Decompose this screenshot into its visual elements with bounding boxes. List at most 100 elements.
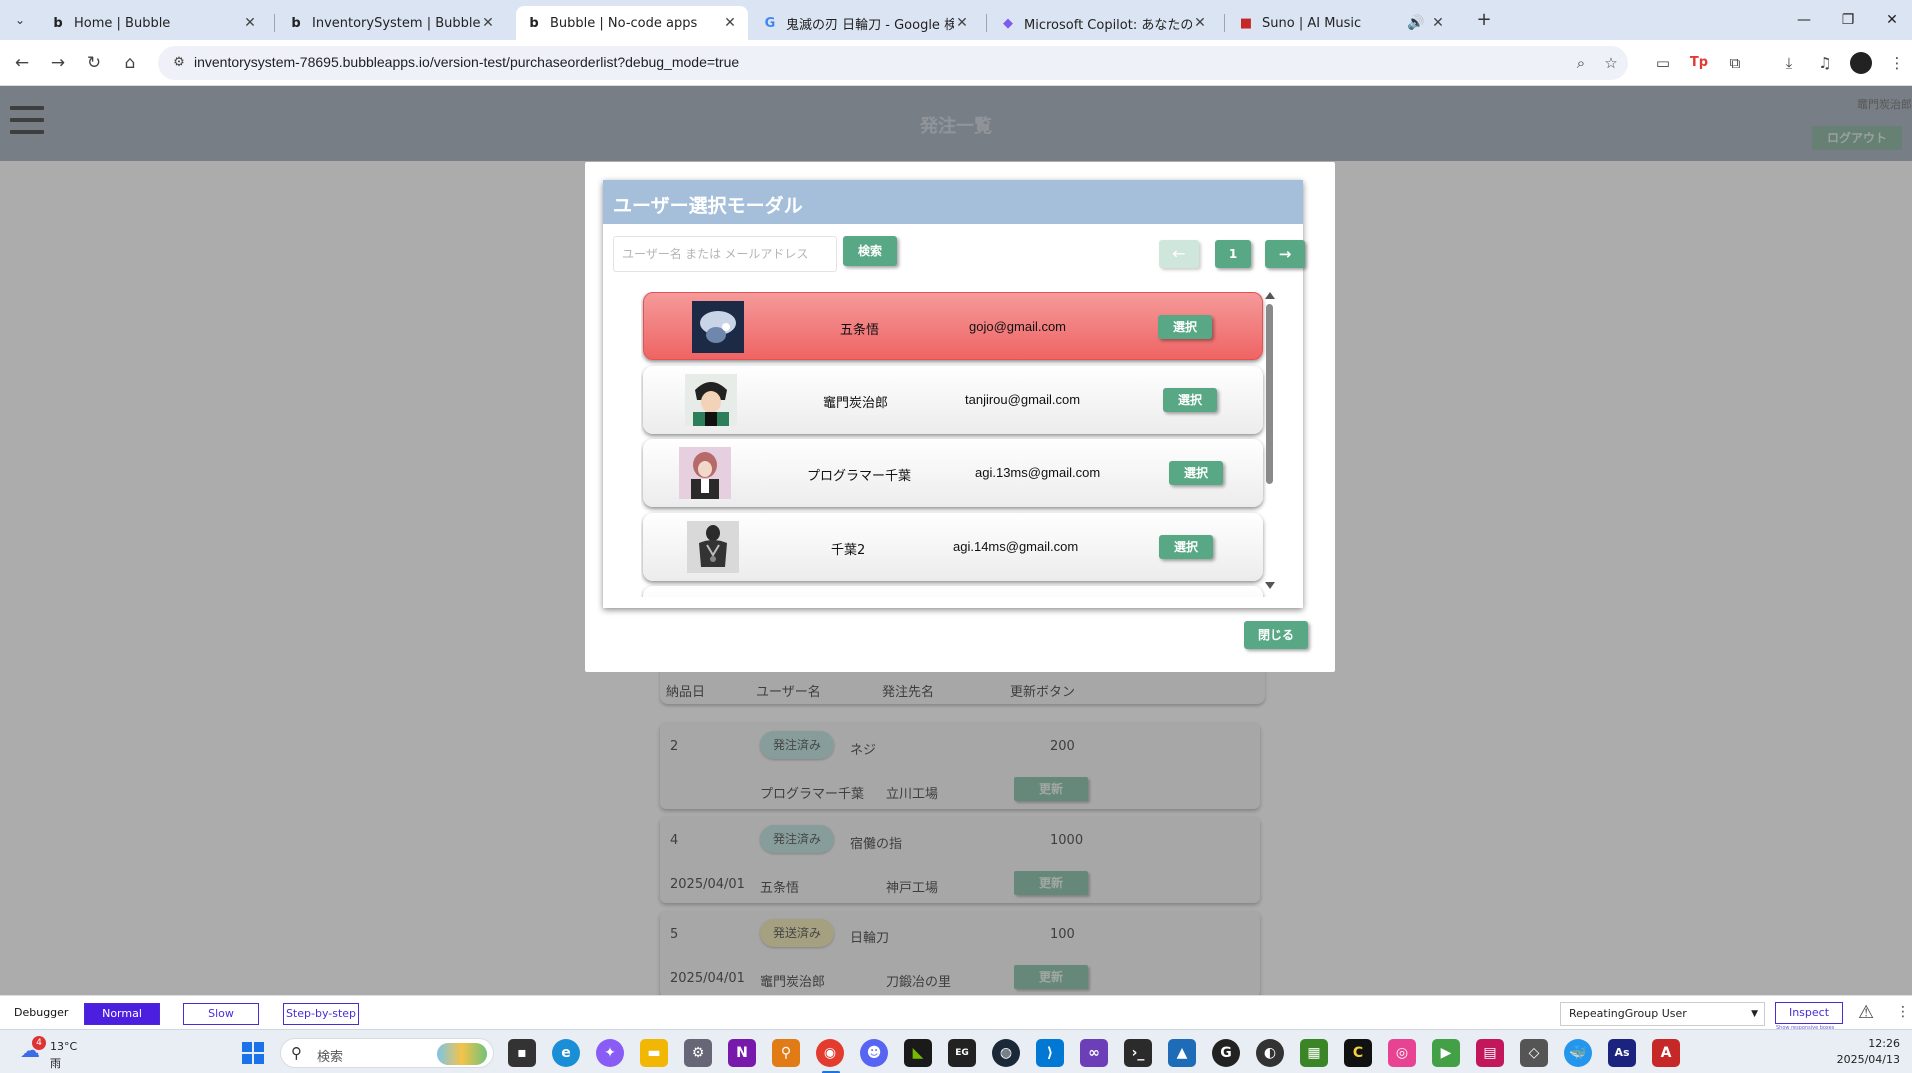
task-view-icon[interactable]: ▪ [508, 1039, 536, 1067]
debug-mode-step[interactable]: Step-by-step [283, 1003, 359, 1025]
file-explorer-icon[interactable]: ▬ [640, 1039, 668, 1067]
close-tab-icon[interactable]: ✕ [1192, 15, 1208, 31]
user-row[interactable]: 千葉2 agi.14ms@gmail.com 選択 [643, 513, 1263, 581]
close-modal-button[interactable]: 閉じる [1244, 621, 1308, 649]
search-app-icon[interactable]: ⚲ [772, 1039, 800, 1067]
zoom-icon[interactable]: ⌕ [1572, 54, 1590, 72]
inspect-button[interactable]: Inspect [1775, 1002, 1843, 1024]
user-row-partial[interactable] [643, 586, 1263, 597]
steam-icon[interactable]: ◍ [992, 1039, 1020, 1067]
search-button[interactable]: 検索 [843, 236, 897, 266]
tab-separator [274, 14, 275, 32]
close-tab-icon[interactable]: ✕ [954, 15, 970, 31]
home-icon[interactable]: ⌂ [118, 51, 142, 75]
debugger-menu-icon[interactable]: ⋮ [1896, 1004, 1910, 1020]
minimize-window-icon[interactable]: — [1782, 0, 1826, 40]
warning-icon[interactable]: ⚠ [1858, 1002, 1874, 1023]
bubble-favicon-icon: b [291, 15, 301, 31]
suno-favicon-icon: ■ [1239, 15, 1253, 31]
pink-app-icon[interactable]: ◎ [1388, 1039, 1416, 1067]
user-search-input[interactable] [613, 236, 837, 272]
restore-window-icon[interactable]: ❐ [1826, 0, 1870, 40]
address-bar[interactable]: ⚙ inventorysystem-78695.bubbleapps.io/ve… [158, 46, 1628, 80]
scroll-up-icon[interactable] [1265, 292, 1275, 299]
close-tab-icon[interactable]: ✕ [480, 15, 496, 31]
url-text[interactable]: inventorysystem-78695.bubbleapps.io/vers… [194, 54, 739, 70]
select-user-button[interactable]: 選択 [1169, 461, 1223, 485]
user-row[interactable]: プログラマー千葉 agi.13ms@gmail.com 選択 [643, 439, 1263, 507]
user-list-scrollbar[interactable] [1263, 292, 1277, 592]
settings-gear-icon[interactable]: ⚙ [684, 1039, 712, 1067]
close-window-icon[interactable]: ✕ [1870, 0, 1912, 40]
next-page-button[interactable]: → [1265, 240, 1305, 268]
scroll-down-icon[interactable] [1265, 582, 1275, 589]
media-app-icon[interactable]: ▶ [1432, 1039, 1460, 1067]
copilot-icon[interactable]: ✦ [596, 1039, 624, 1067]
modal-header: ユーザー選択モーダル [603, 180, 1303, 224]
user-select-panel: ユーザー選択モーダル 検索 ← 1 → 五条悟 gojo@gmail.com 選… [603, 180, 1305, 608]
epic-games-icon[interactable]: EG [948, 1039, 976, 1067]
user-row[interactable]: 竈門炭治郎 tanjirou@gmail.com 選択 [643, 366, 1263, 434]
vscode-icon[interactable]: ⟩ [1036, 1039, 1064, 1067]
google-favicon-icon: G [764, 15, 776, 31]
obs-icon[interactable]: ◐ [1256, 1039, 1284, 1067]
prev-page-button[interactable]: ← [1159, 240, 1199, 268]
media-control-icon[interactable]: ♫ [1814, 52, 1836, 74]
edge-icon[interactable]: e [552, 1039, 580, 1067]
angular-icon[interactable]: A [1652, 1039, 1680, 1067]
forward-arrow-icon[interactable]: → [46, 51, 70, 75]
tp-extension-icon[interactable]: Tp [1688, 52, 1710, 74]
github-icon[interactable]: G [1212, 1039, 1240, 1067]
user-avatar [692, 301, 744, 353]
tab-bubble-nocode-active[interactable]: b Bubble | No-code apps ✕ [516, 6, 748, 40]
anime-app-icon[interactable]: As [1608, 1039, 1636, 1067]
tab-google-search[interactable]: G 鬼滅の刃 日輪刀 - Google 検索 ✕ [752, 6, 980, 40]
audio-playing-icon[interactable]: 🔊 [1402, 15, 1430, 31]
tab-suno[interactable]: ■ Suno | AI Music 🔊 ✕ [1228, 6, 1456, 40]
user-email: agi.14ms@gmail.com [953, 539, 1079, 554]
select-user-button[interactable]: 選択 [1158, 315, 1212, 339]
user-name: 五条悟 [840, 323, 880, 338]
scroll-thumb[interactable] [1266, 304, 1273, 484]
terminal-icon[interactable]: ›_ [1124, 1039, 1152, 1067]
debug-mode-slow[interactable]: Slow [183, 1003, 259, 1025]
user-repeating-group: 五条悟 gojo@gmail.com 選択 竈門炭治郎 tanjirou@gma… [641, 292, 1281, 597]
profile-avatar[interactable] [1850, 52, 1872, 74]
select-user-button[interactable]: 選択 [1159, 535, 1213, 559]
minecraft-icon[interactable]: ▦ [1300, 1039, 1328, 1067]
debug-mode-normal[interactable]: Normal [84, 1003, 160, 1025]
close-tab-icon[interactable]: ✕ [242, 15, 258, 31]
visual-studio-icon[interactable]: ∞ [1080, 1039, 1108, 1067]
unity-icon[interactable]: ◇ [1520, 1039, 1548, 1067]
weather-widget[interactable]: ☁ 4 13°C 雨 [20, 1036, 80, 1070]
bookmark-star-icon[interactable]: ☆ [1602, 54, 1620, 72]
download-icon[interactable]: ⤓ [1778, 52, 1800, 74]
chrome-icon[interactable]: ◉ [816, 1039, 844, 1067]
reload-icon[interactable]: ↻ [82, 51, 106, 75]
cast-icon[interactable]: ▭ [1652, 52, 1674, 74]
user-row-selected[interactable]: 五条悟 gojo@gmail.com 選択 [643, 292, 1263, 360]
element-inspect-select[interactable]: RepeatingGroup User ▼ [1560, 1002, 1765, 1026]
select-user-button[interactable]: 選択 [1163, 388, 1217, 412]
tab-home-bubble[interactable]: b Home | Bubble ✕ [40, 6, 268, 40]
chrome-menu-icon[interactable]: ⋮ [1886, 52, 1908, 74]
tab-search-icon[interactable]: ⌄ [8, 8, 32, 32]
back-arrow-icon[interactable]: ← [10, 51, 34, 75]
discord-icon[interactable]: ☻ [860, 1039, 888, 1067]
onenote-icon[interactable]: N [728, 1039, 756, 1067]
site-info-icon[interactable]: ⚙ [170, 54, 188, 72]
docker-icon[interactable]: 🐳 [1564, 1039, 1592, 1067]
windows-start-icon[interactable] [242, 1042, 264, 1064]
extensions-puzzle-icon[interactable]: ⧉ [1724, 52, 1746, 74]
close-tab-icon[interactable]: ✕ [1430, 15, 1446, 31]
tab-inventory-editor[interactable]: b InventorySystem | Bubble Editor ✕ [278, 6, 506, 40]
system-clock[interactable]: 12:26 2025/04/13 [1837, 1036, 1900, 1068]
photos-icon[interactable]: ▲ [1168, 1039, 1196, 1067]
nvidia-icon[interactable]: ◣ [904, 1039, 932, 1067]
close-tab-icon[interactable]: ✕ [722, 15, 738, 31]
taskbar-search[interactable]: ⚲ 検索 [280, 1038, 494, 1068]
new-tab-button[interactable]: + [1472, 8, 1496, 32]
c-app-icon[interactable]: C [1344, 1039, 1372, 1067]
tab-copilot[interactable]: ◆ Microsoft Copilot: あなたの AI アシスタント ✕ [990, 6, 1218, 40]
notes-app-icon[interactable]: ▤ [1476, 1039, 1504, 1067]
